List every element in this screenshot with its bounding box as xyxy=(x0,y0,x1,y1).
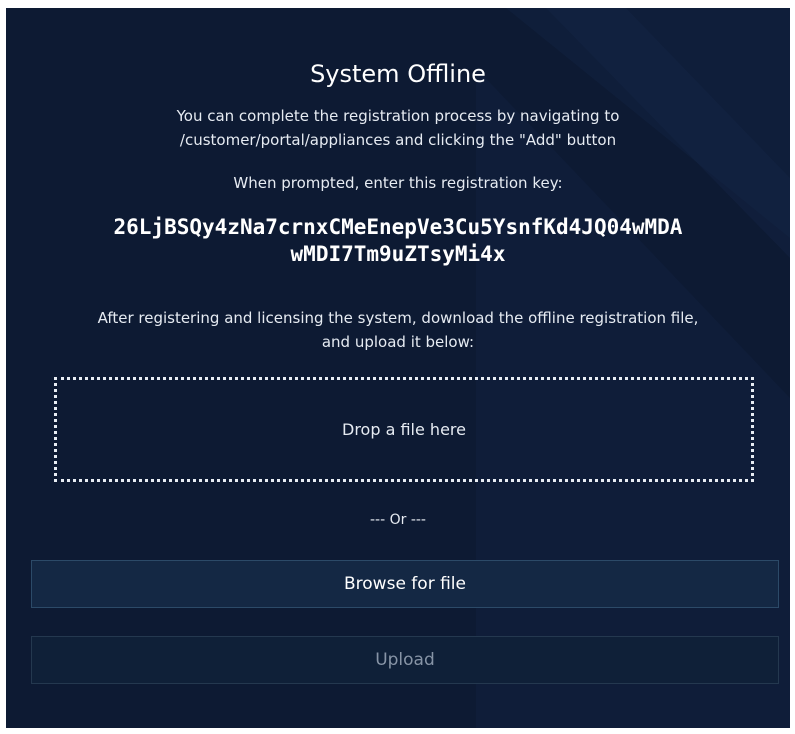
instructions-text: You can complete the registration proces… xyxy=(6,104,790,152)
upload-instructions-line-2: and upload it below: xyxy=(321,333,475,351)
registration-key-prompt: When prompted, enter this registration k… xyxy=(233,174,563,192)
file-dropzone[interactable]: Drop a file here xyxy=(54,377,754,482)
browse-file-button[interactable]: Browse for file xyxy=(31,560,779,608)
dialog-content: System Offline You can complete the regi… xyxy=(6,8,790,728)
upload-button[interactable]: Upload xyxy=(31,636,779,684)
registration-key-line-1: 26LjBSQy4zNa7crnxCMeEnepVe3Cu5YsnfKd4JQ0… xyxy=(113,215,683,239)
upload-instructions: After registering and licensing the syst… xyxy=(26,306,770,354)
offline-registration-panel: System Offline You can complete the regi… xyxy=(6,8,790,728)
instructions-line-2: /customer/portal/appliances and clicking… xyxy=(179,131,617,149)
instructions-line-1: You can complete the registration proces… xyxy=(176,107,620,125)
upload-instructions-line-1: After registering and licensing the syst… xyxy=(97,309,699,327)
registration-key: 26LjBSQy4zNa7crnxCMeEnepVe3Cu5YsnfKd4JQ0… xyxy=(26,214,770,268)
dropzone-label: Drop a file here xyxy=(342,420,466,439)
dialog-title: System Offline xyxy=(310,60,486,88)
registration-key-line-2: wMDI7Tm9uZTsyMi4x xyxy=(290,242,506,266)
or-separator: --- Or --- xyxy=(370,512,426,528)
